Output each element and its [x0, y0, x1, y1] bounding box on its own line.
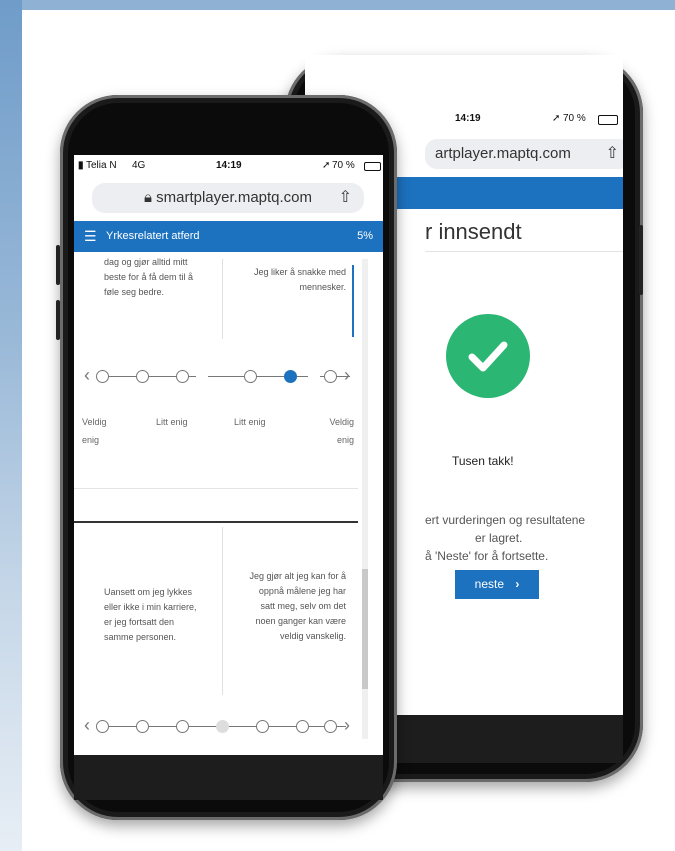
location-icon: ➚	[322, 160, 331, 171]
back-status-time: 14:19	[455, 113, 481, 124]
front-status-network: 4G	[132, 160, 146, 171]
scale-option-1[interactable]	[96, 720, 109, 733]
front-status-carrier: Telia N	[86, 160, 117, 171]
question1-scale[interactable]: ‹ ›	[84, 365, 358, 387]
scale-option-6[interactable]	[324, 370, 337, 383]
front-url-bar[interactable]: 🔒︎ smartplayer.maptq.com ⇧	[92, 183, 364, 213]
back-page-title: r innsendt	[425, 219, 522, 244]
scale-option-1[interactable]	[96, 370, 109, 383]
chevron-right-icon: ›	[515, 577, 520, 591]
front-phone: ▮ Telia N 4G 14:19 ➚ 70 % 🔒︎ smartplayer…	[56, 95, 397, 820]
front-status-bar: ▮ Telia N 4G 14:19 ➚ 70 %	[74, 155, 383, 177]
scale-option-7[interactable]	[324, 720, 337, 733]
scrollbar-thumb[interactable]	[362, 569, 368, 689]
thanks-text: Tusen takk!	[452, 454, 514, 468]
scale-option-2[interactable]	[136, 370, 149, 383]
question2-scale[interactable]: ‹ ›	[84, 715, 358, 737]
share-icon[interactable]: ⇧	[606, 139, 619, 169]
scale-option-5-selected[interactable]	[284, 370, 297, 383]
chevron-right-icon: ›	[344, 715, 350, 735]
check-circle-icon	[446, 314, 530, 398]
battery-icon	[598, 115, 618, 125]
scale-label-2: Litt enig	[156, 417, 188, 427]
question2-right-text: Jeg gjør alt jeg kan for å oppnå målene …	[249, 571, 346, 641]
back-url-text: artplayer.maptq.com	[435, 145, 571, 162]
result-line-1: ert vurderingen og resultatene	[425, 513, 586, 527]
front-header-bar: ☰ Yrkesrelatert atferd 5%	[74, 221, 383, 252]
section-title: Yrkesrelatert atferd	[106, 230, 200, 242]
front-status-time: 14:19	[216, 160, 242, 171]
share-icon[interactable]: ⇧	[339, 183, 352, 213]
neste-button[interactable]: neste ›	[455, 570, 539, 599]
question1-left-text: dag og gjør alltid mitt beste for å få d…	[104, 257, 194, 297]
neste-button-label: neste	[474, 577, 504, 591]
question1-right-text: Jeg liker å snakke med mennesker.	[253, 267, 346, 292]
battery-icon	[364, 162, 381, 171]
chevron-left-icon: ‹	[84, 715, 90, 735]
back-status-battery: 70 %	[563, 113, 586, 124]
result-line-3: å 'Neste' for å fortsette.	[425, 549, 549, 563]
scale-option-2[interactable]	[136, 720, 149, 733]
question2-left-text: Uansett om jeg lykkes eller ikke i min k…	[104, 587, 197, 642]
scale-option-6[interactable]	[296, 720, 309, 733]
chevron-right-icon: ›	[344, 365, 350, 385]
scale-option-3[interactable]	[176, 720, 189, 733]
divider	[425, 251, 623, 252]
signal-icon: ▮	[78, 160, 84, 171]
location-icon: ➚	[552, 113, 561, 124]
progress-percent: 5%	[357, 230, 373, 242]
back-url-bar[interactable]: artplayer.maptq.com ⇧	[425, 139, 623, 169]
scale-option-4[interactable]	[244, 370, 257, 383]
hamburger-menu-icon[interactable]: ☰	[84, 221, 97, 252]
chevron-left-icon: ‹	[84, 365, 90, 385]
lock-icon: 🔒︎	[143, 189, 152, 206]
front-url-text: smartplayer.maptq.com	[156, 189, 313, 206]
scale-label-3: Litt enig	[234, 417, 266, 427]
front-status-battery: 70 %	[332, 160, 355, 171]
scale-option-5[interactable]	[256, 720, 269, 733]
scrollbar[interactable]	[362, 259, 368, 739]
scale-label-1: Veldig enig	[82, 417, 107, 445]
scale-option-4-focus[interactable]	[216, 720, 229, 733]
front-phone-screen: ▮ Telia N 4G 14:19 ➚ 70 % 🔒︎ smartplayer…	[74, 155, 383, 755]
scale-option-3[interactable]	[176, 370, 189, 383]
scale-label-4: Veldig enig	[329, 417, 354, 445]
result-line-2: er lagret.	[475, 531, 523, 545]
